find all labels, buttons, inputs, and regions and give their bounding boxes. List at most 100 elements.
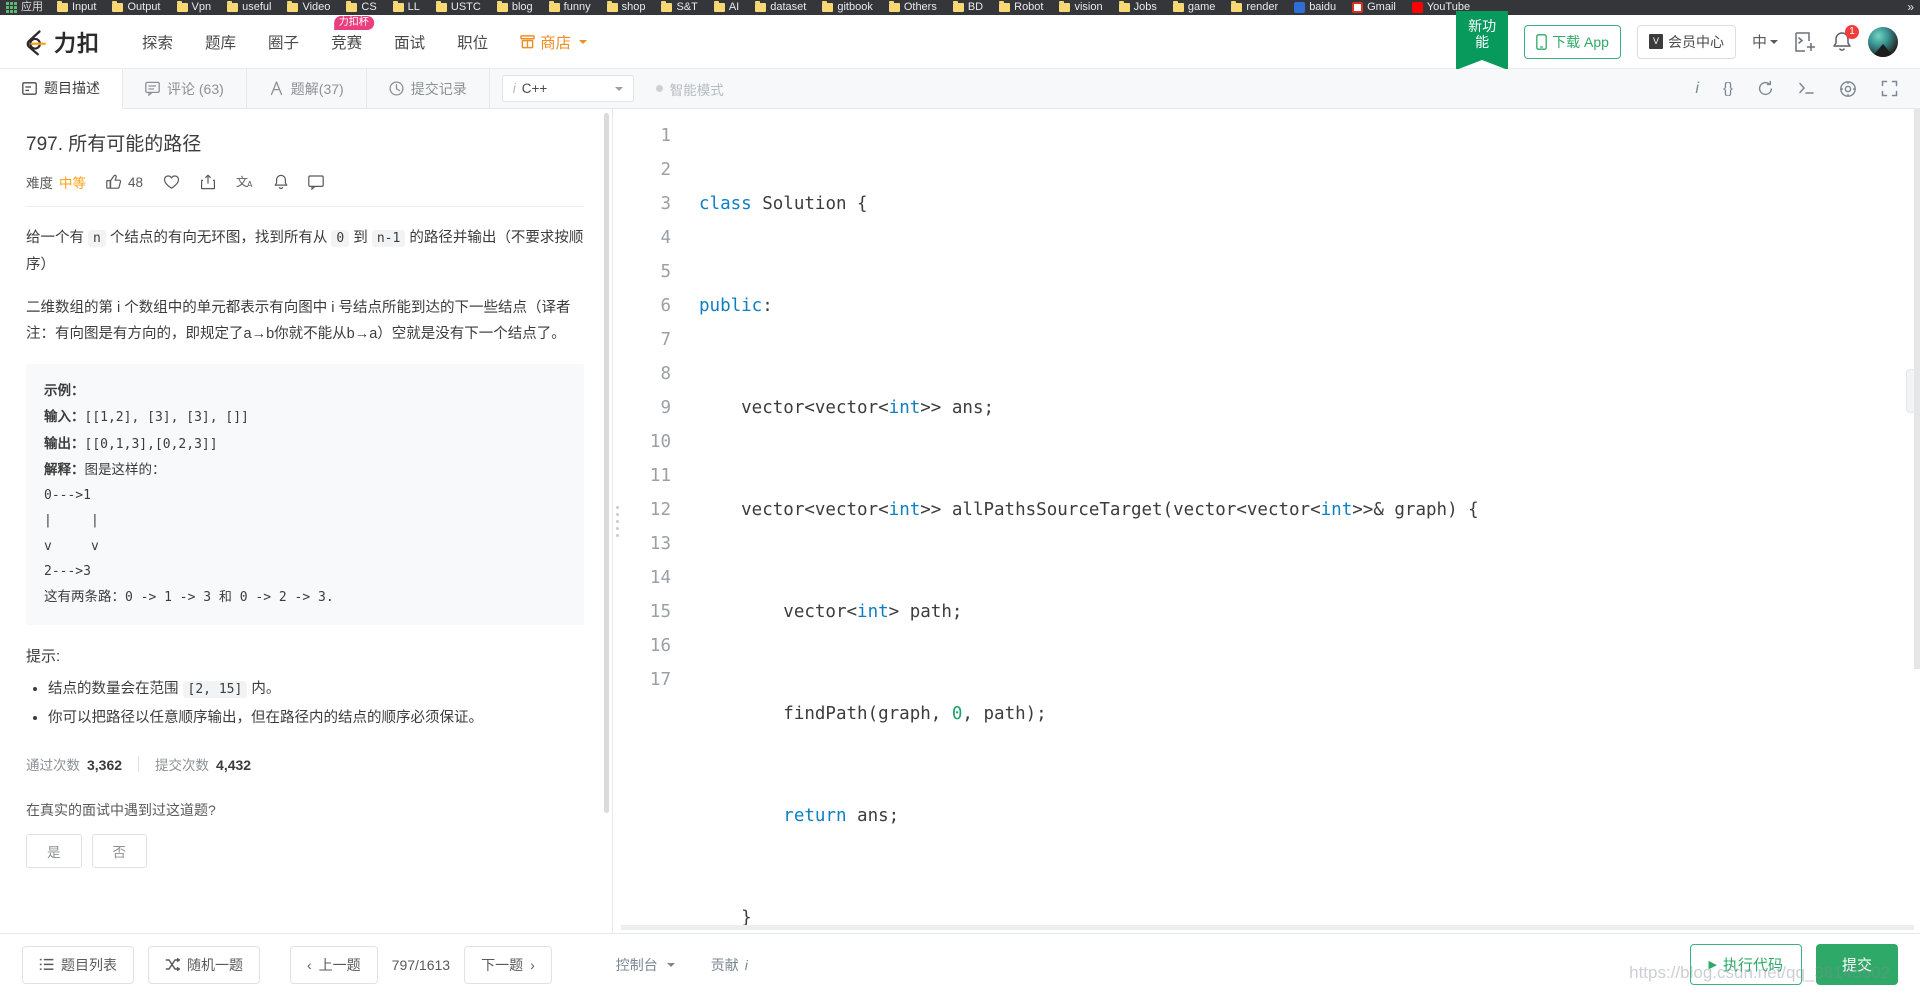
bookmark-item[interactable]: useful	[227, 0, 271, 15]
bookmark-item[interactable]: render	[1231, 0, 1278, 15]
bookmark-item[interactable]: Jobs	[1118, 0, 1157, 15]
editor-horizontal-scrollbar[interactable]	[621, 925, 1914, 930]
bookmark-item[interactable]: AI	[713, 0, 739, 15]
code-text[interactable]: class Solution { public: vector<vector<i…	[685, 109, 1920, 933]
tab-submissions[interactable]: 提交记录	[367, 69, 490, 108]
line-number: 17	[649, 670, 671, 690]
smart-mode-toggle[interactable]: 智能模式	[655, 79, 724, 99]
editor-vertical-scrollbar[interactable]	[1914, 109, 1920, 669]
download-app-button[interactable]: 下载 App	[1524, 24, 1621, 59]
nav-link-store[interactable]: 商店	[504, 31, 603, 53]
subscribe-button[interactable]	[274, 174, 288, 190]
line-number: 7	[660, 330, 671, 350]
code-editor[interactable]: 1 2 3 4 5 6 7 8 9 10 11 12 13 14 15 16 1…	[621, 109, 1920, 933]
new-playground-button[interactable]	[1794, 31, 1816, 53]
header-actions: 新功能 下载 App V 会员中心 中 1	[1456, 11, 1898, 70]
nav-link-interview[interactable]: 面试	[378, 31, 441, 53]
nav-link-circle[interactable]: 圈子	[252, 31, 315, 53]
translate-button[interactable]: 文 A	[236, 174, 254, 190]
bookmark-item[interactable]: blog	[496, 0, 533, 15]
bookmark-item[interactable]: funny	[548, 0, 591, 15]
reset-code-button[interactable]	[1757, 80, 1774, 97]
folder-icon	[112, 1, 124, 12]
problem-stats: 通过次数 3,362 提交次数 4,432	[26, 754, 584, 774]
tab-label: 提交记录	[410, 80, 467, 97]
bookmark-item[interactable]: gitbook	[822, 0, 873, 15]
problem-meta-row: 难度 中等 48 文 A	[26, 172, 584, 207]
bookmark-item[interactable]: vision	[1059, 0, 1103, 15]
nav-link-problems[interactable]: 题库	[189, 31, 252, 53]
editor-toolbar-actions: i {}	[1695, 69, 1920, 108]
tab-comments[interactable]: 评论 (63)	[123, 69, 247, 108]
line-number: 15	[649, 602, 671, 622]
answer-no-button[interactable]: 否	[91, 833, 147, 868]
editor-info-button[interactable]: i	[1695, 80, 1699, 98]
bookmark-apps-shortcut[interactable]: 应用	[6, 0, 43, 15]
folder-icon	[57, 1, 68, 12]
gear-icon	[1840, 80, 1856, 97]
nav-link-jobs[interactable]: 职位	[441, 31, 504, 53]
prev-problem-button[interactable]: ‹ 上一题	[290, 945, 378, 984]
leetcode-logo[interactable]: 力扣	[22, 26, 100, 58]
bookmark-item[interactable]: shop	[606, 0, 645, 15]
folder-icon	[661, 1, 673, 12]
bookmark-item[interactable]: USTC	[435, 0, 481, 15]
notifications-button[interactable]: 1	[1832, 24, 1859, 53]
bookmark-item[interactable]: dataset	[755, 0, 806, 15]
inline-code: n-1	[371, 230, 406, 247]
problem-list-button[interactable]: 题目列表	[22, 945, 134, 984]
contribute-button[interactable]: 贡献 i	[711, 955, 748, 975]
next-problem-button[interactable]: 下一题 ›	[464, 945, 552, 984]
bookmark-label: BD	[967, 1, 984, 13]
random-problem-button[interactable]: 随机一题	[148, 945, 260, 984]
new-feature-ribbon[interactable]: 新功能	[1456, 11, 1509, 70]
submit-button[interactable]: 提交	[1815, 944, 1898, 985]
nav-link-contest[interactable]: 力扣杯 竞赛	[315, 15, 378, 53]
console-toggle-button[interactable]	[1798, 80, 1815, 97]
language-select[interactable]: i C++	[501, 75, 634, 102]
bookmarks-overflow-icon[interactable]: »	[1907, 0, 1914, 15]
bookmark-item[interactable]: BD	[952, 0, 984, 15]
bookmark-item-gmail[interactable]: Gmail	[1352, 0, 1396, 15]
bookmark-item[interactable]: Output	[112, 0, 161, 15]
bookmark-label: Jobs	[1133, 1, 1157, 13]
answer-yes-button[interactable]: 是	[26, 833, 82, 868]
run-code-button[interactable]: ▶ 执行代码	[1689, 944, 1802, 985]
bookmark-item[interactable]: Robot	[999, 0, 1043, 15]
favorite-button[interactable]	[163, 174, 180, 190]
tab-description[interactable]: 题目描述	[0, 69, 123, 109]
language-switcher[interactable]: 中	[1752, 31, 1778, 52]
bookmark-item[interactable]: LL	[392, 0, 420, 15]
submissions-value: 4,432	[216, 756, 252, 773]
shuffle-icon	[165, 958, 180, 971]
line-number: 1	[660, 126, 671, 146]
pane-resize-handle[interactable]	[613, 109, 621, 933]
bookmark-item[interactable]: S&T	[661, 0, 698, 15]
editor-settings-button[interactable]	[1839, 80, 1857, 98]
bookmark-item[interactable]: Vpn	[176, 0, 211, 15]
console-button[interactable]: 控制台	[616, 955, 675, 975]
tab-solutions[interactable]: 题解(37)	[247, 69, 367, 108]
bookmark-item-baidu[interactable]: baidu	[1294, 0, 1336, 15]
folder-icon	[287, 1, 299, 12]
share-icon	[201, 174, 216, 190]
bookmark-item[interactable]: Video	[287, 0, 330, 15]
format-code-button[interactable]: {}	[1723, 80, 1733, 97]
bookmark-item[interactable]: Input	[57, 0, 96, 15]
problem-pane-scrollbar[interactable]	[604, 113, 609, 813]
terminal-icon	[1799, 82, 1814, 94]
hint-item: 结点的数量会在范围 [2, 15] 内。	[48, 676, 584, 703]
share-button[interactable]	[200, 174, 216, 190]
user-avatar[interactable]	[1868, 26, 1898, 57]
bookmark-item[interactable]: game	[1172, 0, 1215, 15]
like-button[interactable]: 48	[106, 174, 143, 190]
line-number: 5	[660, 262, 671, 282]
nav-link-explore[interactable]: 探索	[126, 31, 189, 53]
fullscreen-button[interactable]	[1881, 80, 1898, 97]
vip-center-button[interactable]: V 会员中心	[1636, 24, 1736, 59]
feedback-button[interactable]	[308, 174, 324, 190]
bookmark-item[interactable]: CS	[346, 0, 377, 15]
code-line: return ans;	[783, 806, 900, 826]
bookmark-item[interactable]: Others	[888, 0, 937, 15]
nav-label: 探索	[142, 34, 174, 52]
